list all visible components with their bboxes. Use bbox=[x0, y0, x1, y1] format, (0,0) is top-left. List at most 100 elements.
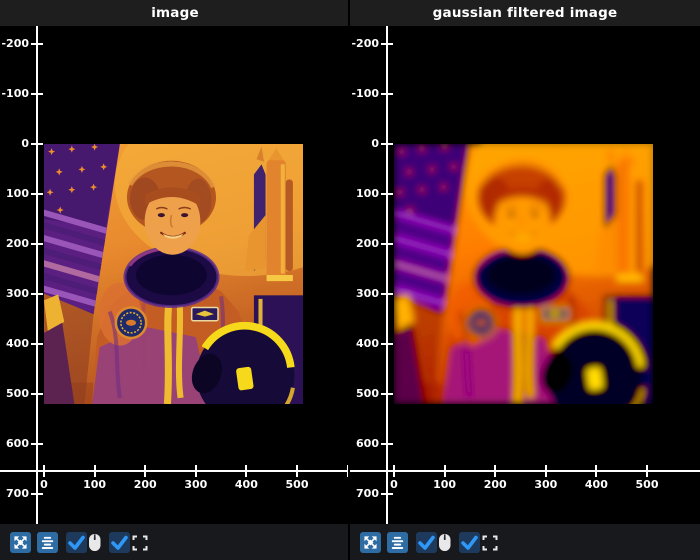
y-tick-mark bbox=[381, 343, 393, 345]
y-tick-mark bbox=[31, 393, 43, 395]
corner-brackets-icon bbox=[482, 535, 498, 550]
y-tick-label: -100 bbox=[351, 87, 379, 100]
y-tick-mark bbox=[31, 443, 43, 445]
autoscale-button[interactable] bbox=[360, 532, 381, 553]
x-tick-mark bbox=[43, 465, 45, 477]
y-tick-mark bbox=[381, 493, 393, 495]
y-tick-label: 500 bbox=[6, 387, 29, 400]
x-tick-label: 100 bbox=[433, 478, 457, 491]
y-tick-mark bbox=[31, 293, 43, 295]
panel-title-bar: gaussian filtered image bbox=[350, 0, 700, 26]
y-tick-label: 500 bbox=[356, 387, 379, 400]
x-tick-mark bbox=[296, 465, 298, 477]
mouse-icon bbox=[87, 532, 102, 553]
x-tick-mark bbox=[646, 465, 648, 477]
x-tick-label: 200 bbox=[133, 478, 157, 491]
y-tick-label: 200 bbox=[6, 237, 29, 250]
plot-area[interactable]: -200 -100 0 100 200 300 400 500 600 700 0 100 200 300… bbox=[0, 26, 350, 524]
maintain-aspect-checkbox[interactable] bbox=[459, 532, 480, 553]
x-tick-label: 200 bbox=[483, 478, 507, 491]
y-tick-mark bbox=[31, 343, 43, 345]
y-tick-label: 200 bbox=[356, 237, 379, 250]
panel-divider bbox=[348, 0, 350, 560]
y-tick-label: 600 bbox=[356, 437, 379, 450]
y-axis-line bbox=[386, 26, 388, 524]
x-tick-label: 400 bbox=[234, 478, 258, 491]
panel-gaussian-filtered-image: gaussian filtered image -200 -100 0 100 200 3… bbox=[350, 0, 700, 560]
x-tick-label: 0 bbox=[40, 478, 48, 491]
y-tick-mark bbox=[31, 193, 43, 195]
x-tick-label: 0 bbox=[390, 478, 398, 491]
fullscreen-button[interactable] bbox=[482, 532, 498, 553]
y-tick-label: -200 bbox=[351, 37, 379, 50]
expand-arrows-icon bbox=[14, 536, 27, 549]
checkmark-icon bbox=[461, 535, 478, 550]
y-tick-mark bbox=[381, 443, 393, 445]
mouse-icon bbox=[437, 532, 452, 553]
y-tick-mark bbox=[31, 143, 43, 145]
center-scene-button[interactable] bbox=[37, 532, 58, 553]
panzoom-checkbox[interactable] bbox=[66, 532, 87, 553]
x-tick-label: 100 bbox=[83, 478, 107, 491]
y-tick-label: 400 bbox=[356, 337, 379, 350]
plot-toolbar bbox=[0, 524, 350, 560]
align-center-icon bbox=[391, 536, 404, 549]
y-axis-line bbox=[36, 26, 38, 524]
center-scene-button[interactable] bbox=[387, 532, 408, 553]
y-tick-label: 400 bbox=[6, 337, 29, 350]
corner-brackets-icon bbox=[132, 535, 148, 550]
y-tick-label: 100 bbox=[6, 187, 29, 200]
y-tick-mark bbox=[381, 243, 393, 245]
y-tick-mark bbox=[31, 43, 43, 45]
y-tick-label: 0 bbox=[21, 137, 29, 150]
image-widget-app: image -200 -100 0 100 200 300 400 500 600 700 0 100… bbox=[0, 0, 700, 560]
x-tick-label: 500 bbox=[635, 478, 659, 491]
checkmark-icon bbox=[68, 535, 85, 550]
y-tick-mark bbox=[31, 493, 43, 495]
y-tick-mark bbox=[381, 193, 393, 195]
x-tick-label: 500 bbox=[285, 478, 309, 491]
plot-toolbar bbox=[350, 524, 700, 560]
y-tick-mark bbox=[381, 43, 393, 45]
x-tick-mark bbox=[245, 465, 248, 477]
x-tick-mark bbox=[93, 465, 96, 477]
x-tick-label: 300 bbox=[534, 478, 558, 491]
x-tick-label: 300 bbox=[184, 478, 208, 491]
panel-image: image -200 -100 0 100 200 300 400 500 600 700 0 100… bbox=[0, 0, 350, 560]
y-tick-label: 300 bbox=[356, 287, 379, 300]
y-tick-label: 600 bbox=[6, 437, 29, 450]
x-tick-mark bbox=[443, 465, 446, 477]
x-tick-mark bbox=[544, 465, 547, 477]
y-tick-label: 100 bbox=[356, 187, 379, 200]
x-tick-mark bbox=[393, 465, 395, 477]
y-tick-mark bbox=[31, 243, 43, 245]
checkmark-icon bbox=[111, 535, 128, 550]
autoscale-button[interactable] bbox=[10, 532, 31, 553]
panzoom-checkbox[interactable] bbox=[416, 532, 437, 553]
astronaut-image bbox=[44, 144, 303, 404]
y-tick-mark bbox=[381, 143, 393, 145]
x-tick-mark bbox=[595, 465, 598, 477]
y-tick-label: 300 bbox=[6, 287, 29, 300]
y-tick-label: -100 bbox=[1, 87, 29, 100]
y-tick-mark bbox=[31, 93, 43, 95]
maintain-aspect-checkbox[interactable] bbox=[109, 532, 130, 553]
align-center-icon bbox=[41, 536, 54, 549]
y-tick-label: -200 bbox=[1, 37, 29, 50]
y-tick-mark bbox=[381, 93, 393, 95]
x-tick-mark bbox=[194, 465, 197, 477]
panel-title: image bbox=[151, 5, 199, 21]
x-tick-mark bbox=[144, 465, 147, 477]
x-tick-label: 400 bbox=[584, 478, 608, 491]
y-tick-mark bbox=[381, 293, 393, 295]
y-tick-mark bbox=[381, 393, 393, 395]
y-tick-label: 0 bbox=[371, 137, 379, 150]
plot-area[interactable]: -200 -100 0 100 200 300 400 500 600 700 0 100 200 300… bbox=[350, 26, 700, 524]
x-tick-mark bbox=[494, 465, 497, 477]
checkmark-icon bbox=[418, 535, 435, 550]
gaussian-filtered-astronaut-image bbox=[394, 144, 653, 404]
fullscreen-button[interactable] bbox=[132, 532, 148, 553]
panel-title-bar: image bbox=[0, 0, 350, 26]
panel-title: gaussian filtered image bbox=[432, 5, 618, 21]
expand-arrows-icon bbox=[364, 536, 377, 549]
